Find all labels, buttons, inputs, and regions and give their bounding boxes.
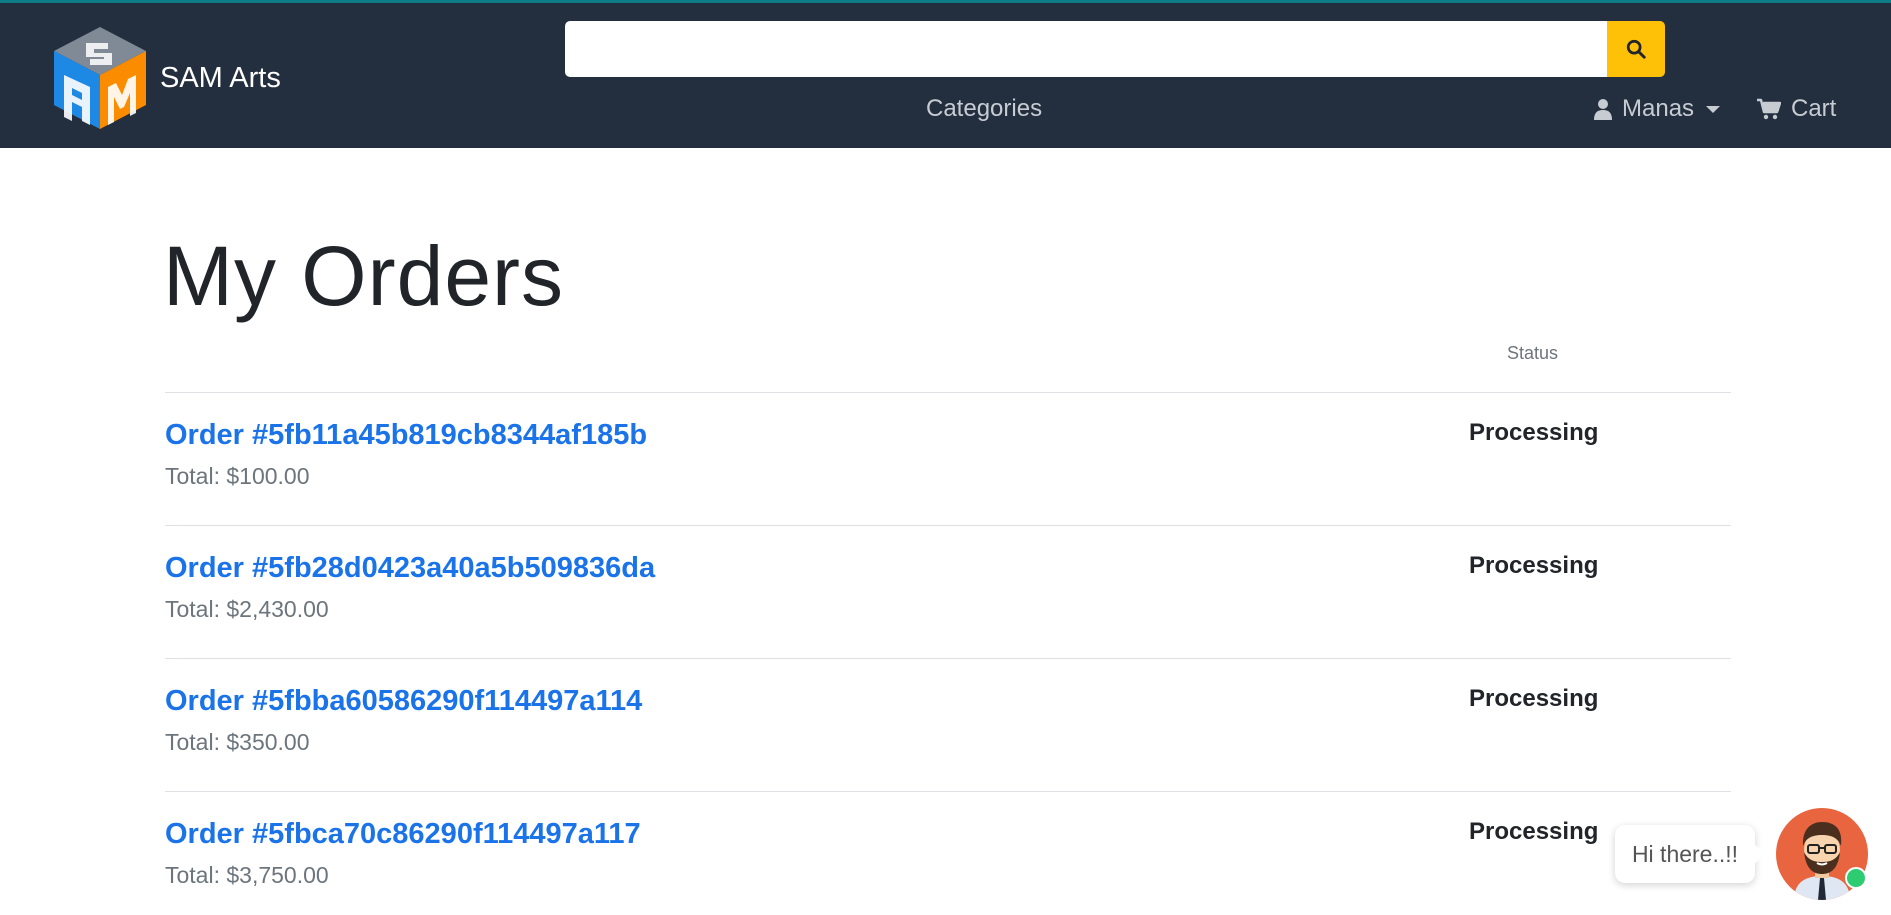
top-navbar: SAM Arts Categories Manas Cart xyxy=(0,0,1891,148)
order-link[interactable]: Order #5fb28d0423a40a5b509836da xyxy=(165,552,655,585)
order-link[interactable]: Order #5fbba60586290f114497a114 xyxy=(165,685,642,718)
chevron-down-icon xyxy=(1706,105,1721,113)
user-menu-dropdown[interactable]: Manas xyxy=(1594,95,1721,123)
order-total: Total: $2,430.00 xyxy=(165,596,329,622)
order-status: Processing xyxy=(1469,552,1599,579)
order-link[interactable]: Order #5fbca70c86290f114497a117 xyxy=(165,818,641,851)
brand-name: SAM Arts xyxy=(160,61,281,94)
status-column-header: Status xyxy=(1507,343,1559,363)
sam-arts-logo xyxy=(54,27,146,129)
order-row: Order #5fb11a45b819cb8344af185b Total: $… xyxy=(165,392,1731,525)
search-icon xyxy=(1626,39,1646,59)
order-total: Total: $100.00 xyxy=(165,463,310,489)
order-status: Processing xyxy=(1469,685,1599,712)
page-title: My Orders xyxy=(163,229,565,323)
search-bar xyxy=(565,21,1665,77)
search-input[interactable] xyxy=(565,21,1607,77)
nav-cart[interactable]: Cart xyxy=(1757,95,1836,123)
search-button[interactable] xyxy=(1607,21,1665,77)
nav-categories[interactable]: Categories xyxy=(926,95,1042,123)
order-link[interactable]: Order #5fb11a45b819cb8344af185b xyxy=(165,419,647,452)
user-icon xyxy=(1594,98,1612,120)
user-name: Manas xyxy=(1622,95,1695,122)
order-total: Total: $350.00 xyxy=(165,729,310,755)
brand-link[interactable]: SAM Arts xyxy=(50,25,281,131)
chat-greeting-bubble[interactable]: Hi there..!! xyxy=(1615,825,1767,883)
online-status-indicator xyxy=(1845,867,1867,889)
cart-label: Cart xyxy=(1791,95,1837,122)
order-row: Order #5fbca70c86290f114497a117 Total: $… xyxy=(165,791,1731,915)
order-row: Order #5fbba60586290f114497a114 Total: $… xyxy=(165,658,1731,791)
order-status: Processing xyxy=(1469,818,1599,845)
cart-icon xyxy=(1757,98,1781,120)
order-row: Order #5fb28d0423a40a5b509836da Total: $… xyxy=(165,525,1731,658)
order-total: Total: $3,750.00 xyxy=(165,862,329,888)
order-status: Processing xyxy=(1469,419,1599,446)
orders-list: Order #5fb11a45b819cb8344af185b Total: $… xyxy=(165,392,1731,915)
